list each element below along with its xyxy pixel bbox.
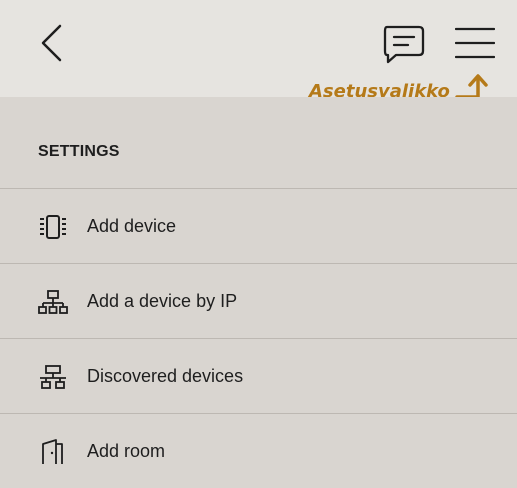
menu-item-add-room[interactable]: Add room [0, 413, 517, 488]
hamburger-menu-icon [455, 27, 495, 59]
menu-item-discovered-devices[interactable]: Discovered devices [0, 338, 517, 413]
message-icon [383, 25, 425, 64]
room-icon [38, 438, 68, 466]
device-icon [38, 213, 68, 241]
menu-item-label: Add room [87, 441, 166, 461]
settings-list: Add device Add a device by IP Discovered… [0, 188, 517, 488]
chevron-left-icon [41, 24, 62, 62]
menu-item-add-device-by-ip[interactable]: Add a device by IP [0, 263, 517, 338]
settings-menu-button[interactable] [455, 26, 495, 62]
top-bar: Asetusvalikko [0, 0, 517, 102]
network-icon [38, 288, 68, 316]
chat-button[interactable] [382, 24, 426, 66]
menu-item-label: Add a device by IP [87, 291, 238, 311]
menu-item-label: Add device [87, 216, 177, 236]
discovered-network-icon [38, 363, 68, 391]
menu-item-label: Discovered devices [87, 366, 244, 386]
settings-heading: SETTINGS [38, 143, 120, 160]
back-button[interactable] [38, 23, 66, 63]
menu-item-add-device[interactable]: Add device [0, 188, 517, 263]
